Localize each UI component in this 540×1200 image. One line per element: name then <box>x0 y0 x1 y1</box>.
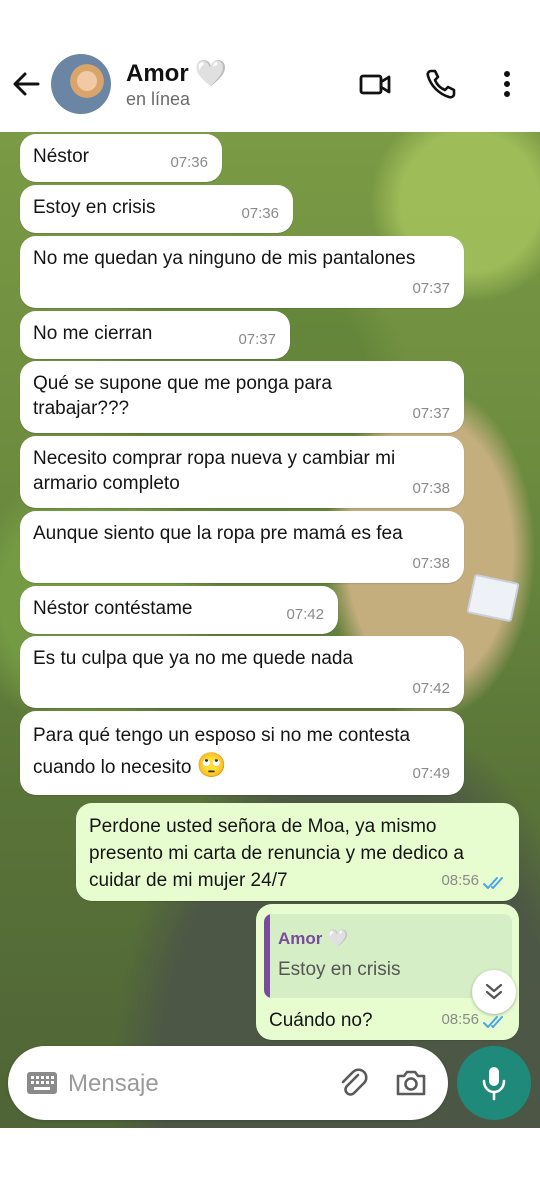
chat-header: Amor 🤍 en línea <box>0 0 540 132</box>
more-options-icon[interactable] <box>490 67 524 101</box>
message-time: 07:42 <box>286 606 324 623</box>
contact-name-text: Amor <box>126 59 189 87</box>
bottom-area <box>0 1128 540 1200</box>
message-time: 07:36 <box>241 205 279 222</box>
white-heart-icon: 🤍 <box>327 929 349 948</box>
message-time: 07:36 <box>170 154 208 171</box>
quote-accent-bar <box>264 914 270 998</box>
message-text: Es tu culpa que ya no me quede nada <box>33 648 354 669</box>
message-text: Para qué tengo un esposo si no me contes… <box>33 721 444 783</box>
scroll-to-bottom-button[interactable] <box>472 970 516 1014</box>
message-time: 07:49 <box>412 765 450 782</box>
quote-author-name: Amor <box>278 929 323 948</box>
message-input[interactable] <box>66 1065 320 1103</box>
message-bubble-outgoing[interactable]: Perdone usted señora de Moa, ya mismo pr… <box>76 803 519 901</box>
keyboard-icon[interactable] <box>26 1071 58 1095</box>
message-time: 07:38 <box>412 555 450 572</box>
message-bubble[interactable]: No me cierran 07:37 <box>20 311 290 359</box>
rolling-eyes-emoji: 🙄 <box>196 752 227 779</box>
microphone-icon <box>482 1067 506 1101</box>
background-photo-detail <box>466 573 520 623</box>
quote-text: Estoy en crisis <box>278 959 401 980</box>
message-time: 07:38 <box>412 480 450 497</box>
message-bubble[interactable]: Para qué tengo un esposo si no me contes… <box>20 711 464 795</box>
message-bubble[interactable]: Aunque siento que la ropa pre mamá es fe… <box>20 511 464 583</box>
attach-icon[interactable] <box>336 1066 370 1100</box>
message-time: 08:56 <box>441 1011 479 1028</box>
message-text: Cuándo no? <box>269 1010 373 1031</box>
message-text: Necesito comprar ropa nueva y cambiar mi… <box>33 448 396 494</box>
white-heart-icon: 🤍 <box>194 58 228 88</box>
message-text: Néstor contéstame <box>33 598 193 619</box>
message-input-bar <box>8 1046 448 1120</box>
double-chevron-down-icon <box>485 983 503 1000</box>
message-time: 07:37 <box>412 405 450 422</box>
message-text: Qué se supone que me ponga para trabajar… <box>33 373 332 419</box>
message-bubble[interactable]: Qué se supone que me ponga para trabajar… <box>20 361 464 433</box>
message-time: 07:37 <box>412 280 450 297</box>
message-time: 08:56 <box>441 872 479 889</box>
message-bubble[interactable]: Néstor 07:36 <box>20 134 222 182</box>
message-bubble[interactable]: No me quedan ya ninguno de mis pantalone… <box>20 236 464 308</box>
message-bubble[interactable]: Néstor contéstame 07:42 <box>20 586 338 634</box>
back-arrow-icon[interactable] <box>10 68 42 100</box>
message-bubble[interactable]: Estoy en crisis 07:36 <box>20 185 293 233</box>
voice-message-button[interactable] <box>457 1046 531 1120</box>
contact-name[interactable]: Amor 🤍 <box>126 58 227 89</box>
contact-status: en línea <box>126 89 191 109</box>
message-bubble-outgoing[interactable]: Amor 🤍 Estoy en crisis Cuándo no? 08:56 <box>256 904 519 1040</box>
phone-call-icon[interactable] <box>424 67 458 101</box>
message-text: No me quedan ya ninguno de mis pantalone… <box>33 248 416 269</box>
double-check-icon <box>483 877 503 889</box>
camera-icon[interactable] <box>394 1066 428 1100</box>
avatar[interactable] <box>51 54 111 114</box>
message-bubble[interactable]: Es tu culpa que ya no me quede nada 07:4… <box>20 636 464 708</box>
chat-area[interactable]: Néstor 07:36 Estoy en crisis 07:36 No me… <box>0 132 540 1128</box>
message-text: Aunque siento que la ropa pre mamá es fe… <box>33 523 403 544</box>
quote-author: Amor 🤍 <box>278 926 348 951</box>
double-check-icon <box>483 1016 503 1028</box>
video-call-icon[interactable] <box>358 67 392 101</box>
message-time: 07:42 <box>412 680 450 697</box>
message-time: 07:37 <box>238 331 276 348</box>
message-bubble[interactable]: Necesito comprar ropa nueva y cambiar mi… <box>20 436 464 508</box>
